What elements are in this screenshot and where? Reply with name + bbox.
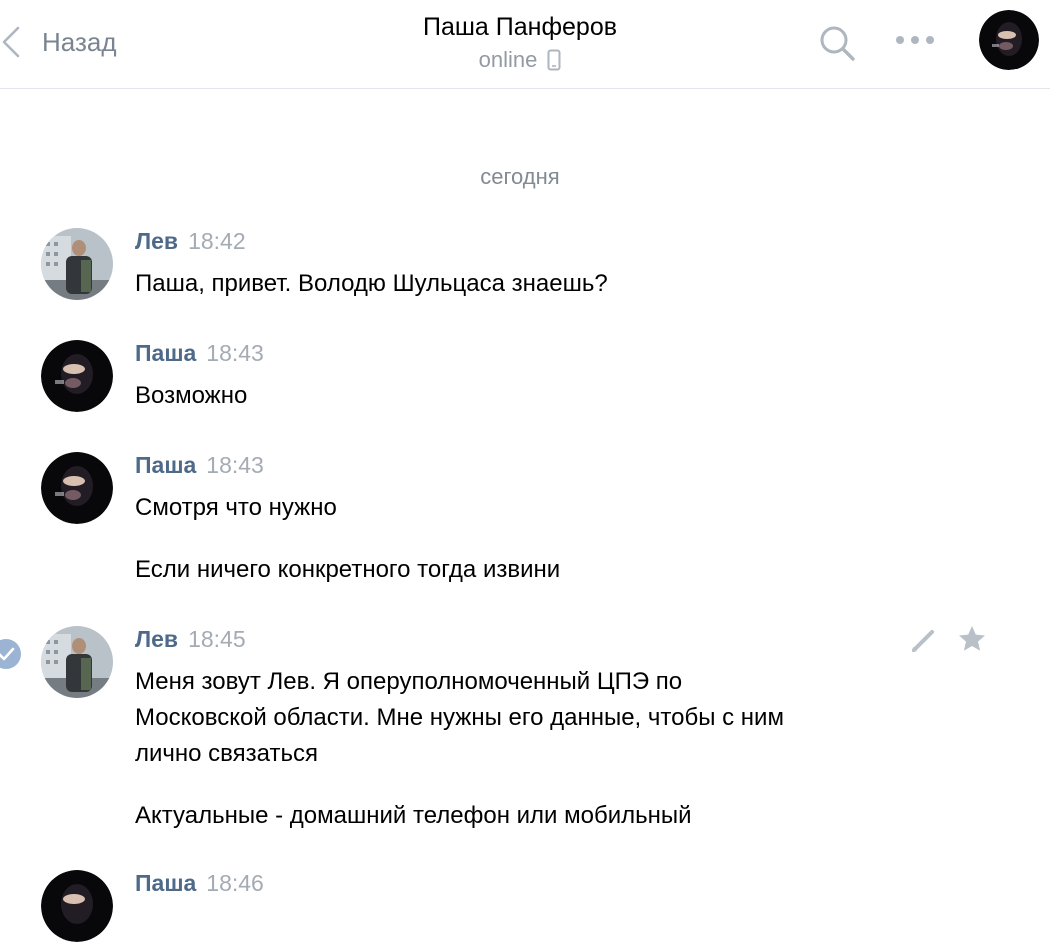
message-meta: Лев 18:42	[135, 228, 246, 258]
back-label: Назад	[42, 26, 117, 57]
message-time: 18:42	[188, 228, 246, 254]
avatar[interactable]	[41, 452, 113, 524]
back-button[interactable]: Назад	[0, 22, 117, 62]
chat-title-block[interactable]: Паша Панферов online	[300, 10, 740, 76]
online-status: online	[479, 44, 562, 76]
message-time: 18:43	[206, 452, 264, 478]
author-name[interactable]: Лев	[135, 626, 178, 652]
message-meta: Паша 18:43	[135, 452, 264, 482]
message-time: 18:45	[188, 626, 246, 652]
chat-title: Паша Панферов	[422, 13, 618, 41]
message-time: 18:46	[206, 870, 264, 896]
chat-header: Назад Паша Панферов online	[0, 0, 1050, 89]
message-text: Паша, привет. Володю Шульцаса знаешь?	[135, 270, 608, 297]
author-name[interactable]: Паша	[135, 870, 196, 896]
status-text: online	[478, 47, 538, 72]
header-avatar[interactable]	[979, 10, 1039, 70]
back-chevron-icon	[2, 26, 20, 58]
message-meta: Паша 18:43	[135, 340, 264, 370]
message-text: Смотря что нужно	[135, 494, 337, 521]
author-name[interactable]: Паша	[135, 340, 196, 366]
message-text: Актуальные - домашний телефон или мобиль…	[135, 802, 692, 829]
message-time: 18:43	[206, 340, 264, 366]
check-icon[interactable]	[0, 638, 22, 670]
search-icon[interactable]	[818, 24, 856, 62]
star-icon[interactable]	[957, 624, 987, 654]
message-text: Московской области. Мне нужны его данные…	[135, 704, 784, 731]
message-meta: Лев 18:45	[135, 626, 246, 656]
message-text: лично связаться	[135, 740, 318, 767]
edit-icon[interactable]	[910, 626, 938, 654]
message-text: Если ничего конкретного тогда извини	[135, 556, 561, 583]
message-meta: Паша 18:46	[135, 870, 264, 900]
avatar[interactable]	[41, 340, 113, 412]
message-text: Меня зовут Лев. Я оперуполномоченный ЦПЭ…	[135, 668, 683, 695]
phone-icon	[547, 49, 561, 71]
avatar[interactable]	[41, 870, 113, 942]
author-name[interactable]: Лев	[135, 228, 178, 254]
author-name[interactable]: Паша	[135, 452, 196, 478]
date-separator: сегодня	[480, 164, 560, 189]
avatar[interactable]	[41, 228, 113, 300]
more-icon[interactable]	[893, 28, 937, 52]
message-text: Возможно	[135, 382, 248, 409]
avatar[interactable]	[41, 626, 113, 698]
